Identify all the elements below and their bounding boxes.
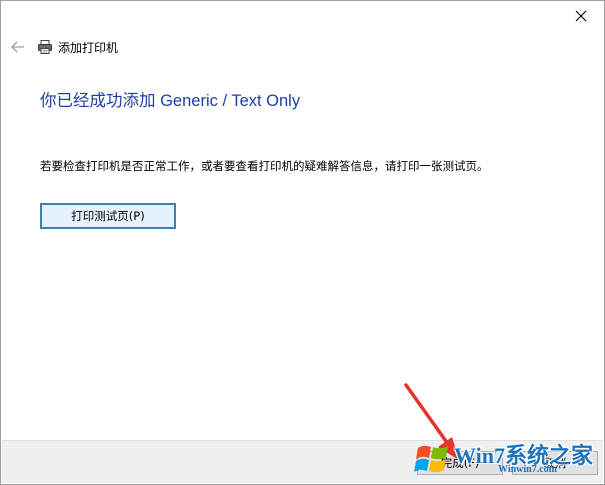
dialog-title: 添加打印机 [58, 40, 119, 55]
add-printer-dialog: 添加打印机 你已经成功添加 Generic / Text Only 若要检查打印… [0, 0, 605, 485]
cancel-button[interactable]: 取消 [512, 451, 598, 475]
dialog-header: 添加打印机 [9, 37, 118, 57]
finish-button[interactable]: 完成(F) [417, 451, 503, 475]
print-test-page-button[interactable]: 打印测试页(P) [40, 203, 176, 229]
printer-icon [37, 39, 53, 55]
back-arrow-icon [11, 41, 24, 53]
back-button[interactable] [9, 38, 27, 56]
close-button[interactable] [568, 5, 594, 27]
success-heading: 你已经成功添加 Generic / Text Only [40, 92, 301, 110]
close-icon [575, 10, 587, 22]
test-page-description: 若要检查打印机是否正常工作，或者要查看打印机的疑难解答信息，请打印一张测试页。 [40, 159, 489, 173]
